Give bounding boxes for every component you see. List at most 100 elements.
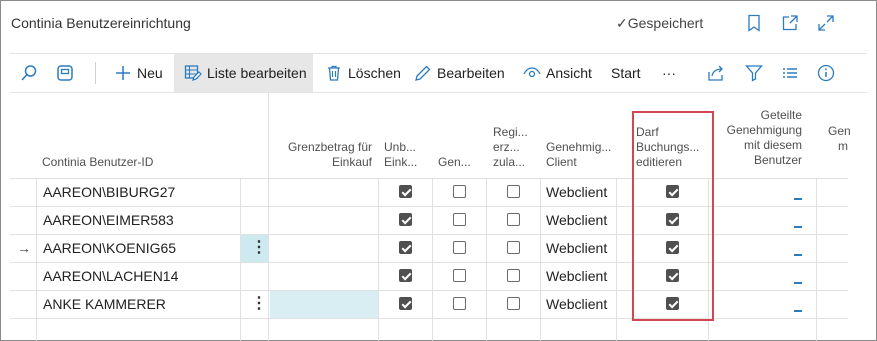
delete-label: Löschen	[348, 65, 401, 81]
geteilte-link[interactable]	[794, 198, 802, 200]
trash-icon	[328, 65, 340, 81]
checkmark-icon: ✓	[616, 15, 628, 31]
more-options-button[interactable]: ···	[662, 54, 676, 92]
column-header-reg-line: erz...	[493, 140, 520, 154]
gen-checkbox[interactable]	[453, 269, 466, 282]
unb-checkbox[interactable]	[399, 241, 412, 254]
column-divider	[616, 178, 617, 341]
column-header-geteilte[interactable]: Geteilte Genehmigung mit diesem Benutzer	[718, 108, 802, 168]
row-divider	[10, 290, 848, 291]
column-header-user-id[interactable]: Continia Benutzer-ID	[42, 155, 153, 170]
plus-icon	[116, 66, 130, 80]
geteilte-link[interactable]	[794, 226, 802, 228]
layout-button[interactable]	[56, 54, 79, 92]
column-divider	[432, 178, 433, 341]
share-button[interactable]	[707, 54, 730, 92]
view-button[interactable]: Ansicht	[523, 54, 592, 92]
list-view-icon	[783, 68, 797, 78]
column-header-unb[interactable]: Unb... Eink...	[384, 140, 417, 170]
column-header-gen[interactable]: Gen...	[438, 155, 471, 170]
column-header-unb-line: Unb...	[384, 140, 417, 154]
geteilte-link[interactable]	[794, 282, 802, 284]
expand-icon[interactable]	[816, 13, 836, 33]
column-divider	[486, 178, 487, 341]
column-header-limit[interactable]: Grenzbetrag für Einkauf	[278, 140, 372, 170]
edit-list-button[interactable]: Liste bearbeiten	[174, 54, 313, 92]
client-cell[interactable]: Webclient	[546, 240, 607, 256]
row-actions-button[interactable]: ⋮	[241, 235, 268, 262]
unb-checkbox[interactable]	[399, 185, 412, 198]
user-id-cell[interactable]: AAREON\LACHEN14	[43, 268, 178, 284]
column-header-geteilte-line: Geteilte	[760, 108, 802, 122]
bookmark-icon[interactable]	[744, 13, 764, 33]
edit-list-icon	[184, 65, 202, 81]
client-cell[interactable]: Webclient	[546, 296, 607, 312]
column-header-limit-line: Einkauf	[331, 155, 372, 169]
gen-checkbox[interactable]	[453, 297, 466, 310]
current-row-arrow-icon: →	[17, 240, 31, 256]
search-icon	[21, 65, 37, 81]
search-button[interactable]	[20, 54, 43, 92]
gen-checkbox[interactable]	[453, 213, 466, 226]
gen-checkbox[interactable]	[453, 185, 466, 198]
layout-icon	[57, 65, 73, 81]
column-header-partial[interactable]: Gen m	[828, 124, 868, 154]
open-new-window-icon[interactable]	[780, 13, 800, 33]
geteilte-link[interactable]	[794, 310, 802, 312]
column-divider	[540, 178, 541, 341]
user-id-cell[interactable]: AAREON\BIBURG27	[43, 184, 175, 200]
edit-button[interactable]: Bearbeiten	[414, 54, 505, 92]
info-icon	[817, 64, 835, 82]
share-icon	[708, 65, 723, 81]
toolbar-divider	[95, 62, 96, 84]
reg-checkbox[interactable]	[507, 185, 520, 198]
row-divider	[10, 234, 848, 235]
more-vertical-icon[interactable]: ⋮	[251, 296, 267, 312]
unb-checkbox[interactable]	[399, 297, 412, 310]
column-header-geteilte-line: Benutzer	[753, 153, 802, 167]
filter-icon	[745, 65, 763, 82]
toolbar-divider-bottom	[10, 92, 867, 93]
user-id-cell[interactable]: ANKE KAMMERER	[43, 296, 166, 312]
more-vertical-icon: ⋮	[251, 239, 267, 256]
user-id-cell[interactable]: AAREON\KOENIG65	[43, 240, 176, 256]
client-cell[interactable]: Webclient	[546, 184, 607, 200]
row-divider	[10, 206, 848, 207]
view-label: Ansicht	[546, 65, 592, 81]
column-header-unb-line: Eink...	[384, 155, 418, 169]
list-view-button[interactable]	[781, 54, 804, 92]
reg-checkbox[interactable]	[507, 241, 520, 254]
reg-checkbox[interactable]	[507, 297, 520, 310]
new-button[interactable]: Neu	[114, 54, 163, 92]
client-cell[interactable]: Webclient	[546, 268, 607, 284]
delete-button[interactable]: Löschen	[325, 54, 401, 92]
column-header-client-line: Client	[546, 155, 577, 169]
reg-checkbox[interactable]	[507, 213, 520, 226]
column-header-reg-line: Regi...	[493, 125, 528, 139]
new-label: Neu	[137, 65, 163, 81]
reg-checkbox[interactable]	[507, 269, 520, 282]
column-header-limit-line: Grenzbetrag für	[287, 140, 372, 154]
unb-checkbox[interactable]	[399, 269, 412, 282]
geteilte-link[interactable]	[794, 254, 802, 256]
column-header-reg[interactable]: Regi... erz... zula...	[493, 125, 528, 170]
saved-status: ✓Gespeichert	[616, 15, 703, 32]
row-divider	[10, 262, 848, 263]
client-cell[interactable]: Webclient	[546, 212, 607, 228]
column-header-geteilte-line: mit diesem	[743, 138, 802, 152]
more-icon: ···	[662, 65, 676, 81]
highlight-box	[632, 111, 714, 321]
info-button[interactable]	[817, 54, 840, 92]
column-header-client[interactable]: Genehmig... Client	[546, 140, 611, 170]
user-id-cell[interactable]: AAREON\EIMER583	[43, 212, 174, 228]
column-header-geteilte-line: Genehmigung	[726, 123, 802, 137]
eye-icon	[523, 67, 541, 78]
unb-checkbox[interactable]	[399, 213, 412, 226]
column-header-client-line: Genehmig...	[546, 140, 612, 154]
gen-checkbox[interactable]	[453, 241, 466, 254]
filter-button[interactable]	[745, 54, 768, 92]
row-divider	[10, 178, 848, 179]
start-button[interactable]: Start	[611, 54, 641, 92]
limit-input-cell[interactable]	[270, 291, 378, 318]
column-divider	[816, 178, 817, 341]
